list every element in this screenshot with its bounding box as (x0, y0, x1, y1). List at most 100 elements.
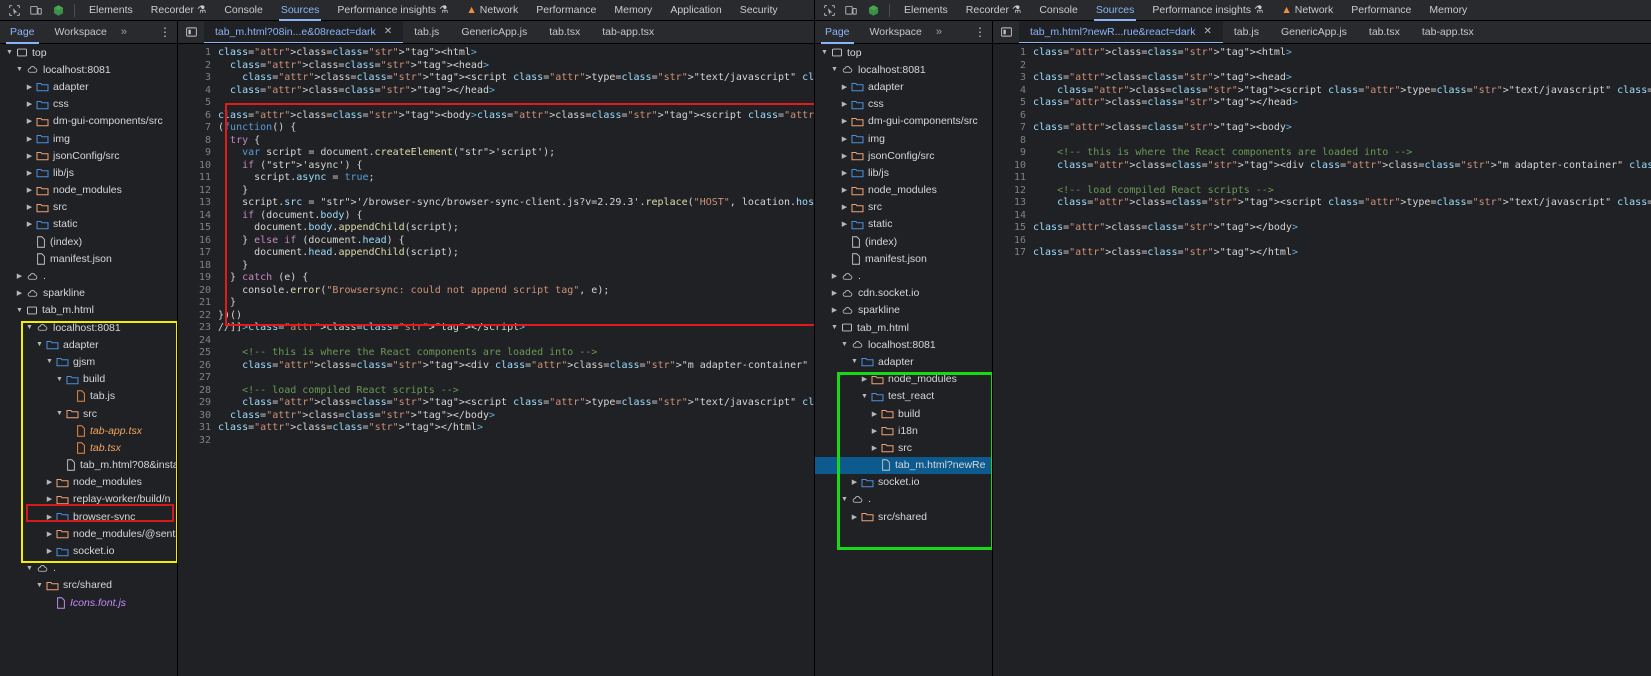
tab-performance-insights[interactable]: Performance insights ⚗ (328, 0, 457, 21)
inspect-icon[interactable] (3, 1, 25, 20)
cube-icon[interactable] (862, 1, 884, 20)
chevron-right-icon[interactable]: ▶ (830, 289, 839, 297)
editor-tab-tabapptsx[interactable]: tab-app.tsx (591, 21, 665, 43)
chevron-right-icon[interactable]: ▶ (45, 547, 54, 555)
tree-item-src[interactable]: ▶ src (815, 199, 992, 216)
tree-item-[interactable]: ▼. (815, 491, 992, 508)
tree-item-localhost-8081[interactable]: ▼ localhost:8081 (0, 319, 177, 336)
tree-item-css[interactable]: ▶ css (815, 96, 992, 113)
chevron-right-icon[interactable]: ▶ (870, 444, 879, 452)
tree-item-manifest-json[interactable]: manifest.json (0, 250, 177, 267)
tree-item-jsonconfig-src[interactable]: ▶ jsonConfig/src (815, 147, 992, 164)
tree-item-socket-io[interactable]: ▶ socket.io (0, 542, 177, 559)
tree-item-node-modules[interactable]: ▶ node_modules (815, 182, 992, 199)
chevron-down-icon[interactable]: ▼ (840, 341, 849, 348)
right-editor[interactable]: 1 2 3 4 5 6 7 8 9 10 11 12 13 14 15 16 17 class="attr">c… (993, 44, 1651, 676)
tree-item-jsonconfig-src[interactable]: ▶ jsonConfig/src (0, 147, 177, 164)
tree-item-tab-m-html[interactable]: ▼ tab_m.html (0, 302, 177, 319)
tree-item-icons-font-js[interactable]: Icons.font.js (0, 594, 177, 611)
chevron-right-icon[interactable]: ▶ (840, 152, 849, 160)
navigator-menu-icon[interactable]: ⋮ (159, 26, 171, 38)
tree-item-tab-js[interactable]: tab.js (0, 388, 177, 405)
tree-item-gjsm[interactable]: ▼ gjsm (0, 353, 177, 370)
chevron-down-icon[interactable]: ▼ (55, 410, 64, 417)
chevron-right-icon[interactable]: ▶ (45, 495, 54, 503)
tab-memory[interactable]: Memory (1420, 0, 1476, 21)
tab-network[interactable]: ▲ Network (457, 0, 527, 21)
tree-item-[interactable]: ▶. (815, 267, 992, 284)
editor-tab-genericappjs[interactable]: GenericApp.js (1270, 21, 1358, 43)
tree-item-manifest-json[interactable]: manifest.json (815, 250, 992, 267)
navigator-tab-workspace[interactable]: Workspace (860, 21, 932, 44)
tree-item-[interactable]: ▼. (0, 560, 177, 577)
tree-item-index[interactable]: (index) (0, 233, 177, 250)
tree-item-src-shared[interactable]: ▶ src/shared (815, 508, 992, 525)
editor-tab-tabtsx[interactable]: tab.tsx (538, 21, 591, 43)
editor-tab-active[interactable]: tab_m.html?newR...rue&react=dark ✕ (1019, 21, 1223, 43)
tree-item-img[interactable]: ▶ img (815, 130, 992, 147)
chevron-down-icon[interactable]: ▼ (35, 582, 44, 589)
show-navigator-icon[interactable] (993, 26, 1019, 38)
tree-item-index[interactable]: (index) (815, 233, 992, 250)
tree-item-test-react[interactable]: ▼ test_react (815, 388, 992, 405)
tree-item-localhost-8081[interactable]: ▼ localhost:8081 (815, 61, 992, 78)
tree-item-sparkline[interactable]: ▶ sparkline (0, 285, 177, 302)
close-icon[interactable]: ✕ (384, 21, 392, 43)
tab-elements[interactable]: Elements (895, 0, 957, 21)
chevron-right-icon[interactable]: ▶ (840, 100, 849, 108)
chevron-right-icon[interactable]: ▶ (840, 203, 849, 211)
more-tabs-icon[interactable]: » (932, 26, 946, 38)
chevron-down-icon[interactable]: ▼ (840, 496, 849, 503)
tree-item-sparkline[interactable]: ▶ sparkline (815, 302, 992, 319)
editor-tab-tabjs[interactable]: tab.js (1223, 21, 1270, 43)
left-file-tree[interactable]: ▼ top ▼ localhost:8081 ▶ adapter ▶ css ▶ dm-gui-c… (0, 44, 178, 676)
tab-recorder[interactable]: Recorder ⚗ (142, 0, 216, 21)
chevron-right-icon[interactable]: ▶ (870, 427, 879, 435)
navigator-tab-page[interactable]: Page (0, 21, 45, 44)
tree-item-dm-gui-components-src[interactable]: ▶ dm-gui-components/src (815, 113, 992, 130)
chevron-down-icon[interactable]: ▼ (860, 393, 869, 400)
tree-item-top[interactable]: ▼ top (815, 44, 992, 61)
tree-item-adapter[interactable]: ▼ adapter (0, 336, 177, 353)
device-toolbar-icon[interactable] (25, 1, 47, 20)
tree-item-browser-sync[interactable]: ▶ browser-sync (0, 508, 177, 525)
tree-item-adapter[interactable]: ▶ adapter (0, 78, 177, 95)
tree-item-lib-js[interactable]: ▶ lib/js (815, 164, 992, 181)
chevron-right-icon[interactable]: ▶ (870, 410, 879, 418)
chevron-right-icon[interactable]: ▶ (15, 289, 24, 297)
tree-item-top[interactable]: ▼ top (0, 44, 177, 61)
tree-item-node-modules[interactable]: ▶ node_modules (0, 474, 177, 491)
tree-item-src[interactable]: ▶ src (815, 439, 992, 456)
tab-sources[interactable]: Sources (272, 0, 329, 21)
chevron-right-icon[interactable]: ▶ (15, 272, 24, 280)
tree-item-[interactable]: ▶. (0, 267, 177, 284)
more-tabs-icon[interactable]: » (117, 26, 131, 38)
chevron-down-icon[interactable]: ▼ (55, 376, 64, 383)
chevron-down-icon[interactable]: ▼ (820, 49, 829, 56)
chevron-right-icon[interactable]: ▶ (850, 478, 859, 486)
tree-item-node-modules-sentry[interactable]: ▶ node_modules/@sentry (0, 525, 177, 542)
tree-item-cdn-socket-io[interactable]: ▶ cdn.socket.io (815, 285, 992, 302)
chevron-right-icon[interactable]: ▶ (830, 272, 839, 280)
right-file-tree[interactable]: ▼ top ▼ localhost:8081 ▶ adapter ▶ css ▶ dm-gui-c… (815, 44, 993, 676)
chevron-right-icon[interactable]: ▶ (45, 530, 54, 538)
tree-item-src[interactable]: ▼ src (0, 405, 177, 422)
tree-item-build[interactable]: ▼ build (0, 371, 177, 388)
tab-console[interactable]: Console (1030, 0, 1087, 21)
tab-application[interactable]: Application (661, 0, 730, 21)
chevron-right-icon[interactable]: ▶ (25, 186, 34, 194)
chevron-down-icon[interactable]: ▼ (25, 565, 34, 572)
editor-tab-genericappjs[interactable]: GenericApp.js (450, 21, 538, 43)
chevron-down-icon[interactable]: ▼ (15, 307, 24, 314)
chevron-right-icon[interactable]: ▶ (830, 306, 839, 314)
chevron-right-icon[interactable]: ▶ (25, 117, 34, 125)
tree-item-tab-m-html[interactable]: ▼ tab_m.html (815, 319, 992, 336)
chevron-down-icon[interactable]: ▼ (35, 341, 44, 348)
chevron-down-icon[interactable]: ▼ (850, 358, 859, 365)
tree-item-lib-js[interactable]: ▶ lib/js (0, 164, 177, 181)
tree-item-replay-worker-build-n[interactable]: ▶ replay-worker/build/n (0, 491, 177, 508)
chevron-right-icon[interactable]: ▶ (45, 513, 54, 521)
tree-item-img[interactable]: ▶ img (0, 130, 177, 147)
chevron-right-icon[interactable]: ▶ (25, 152, 34, 160)
navigator-menu-icon[interactable]: ⋮ (974, 26, 986, 38)
